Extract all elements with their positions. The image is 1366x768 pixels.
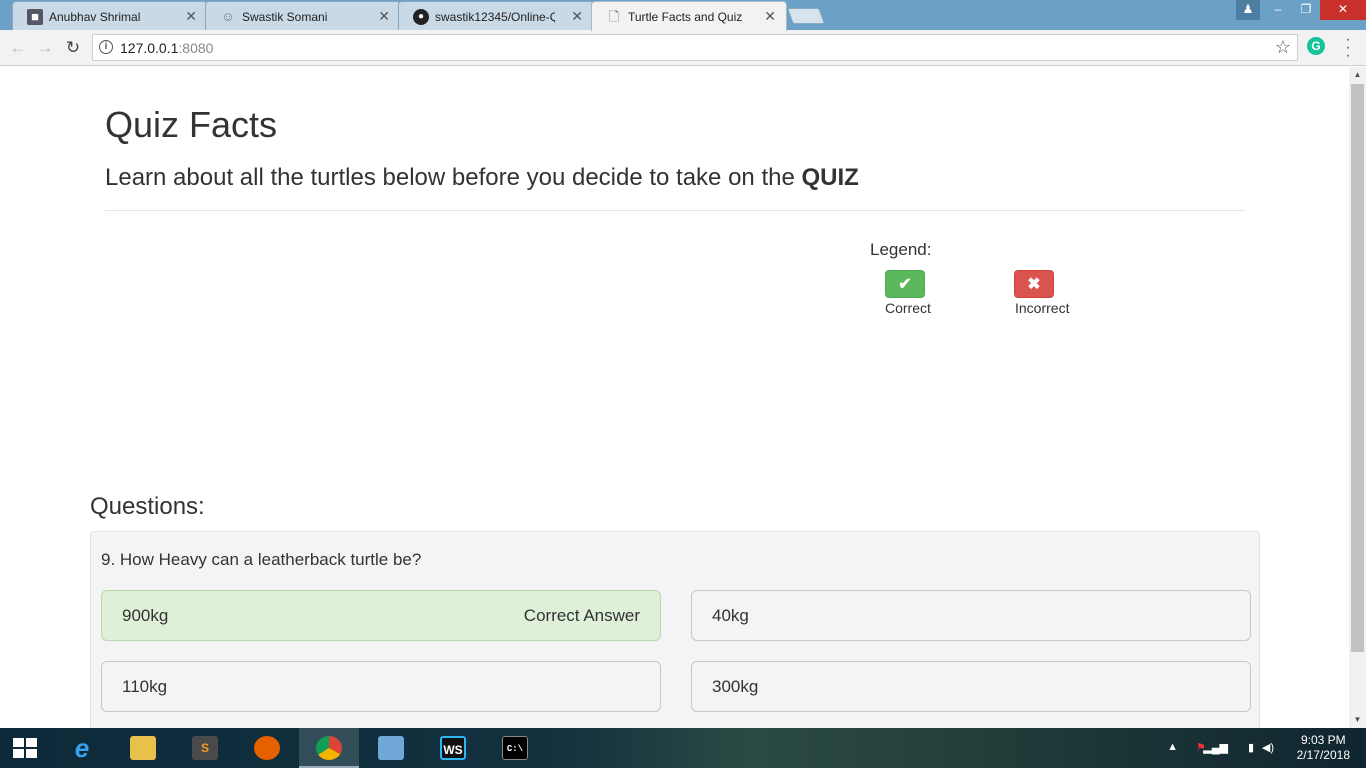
webstorm-icon: WS <box>440 736 466 760</box>
taskbar-internet-explorer[interactable]: e <box>52 728 112 768</box>
tab-label: Anubhav Shrimal <box>49 10 141 24</box>
question-panel: 9. How Heavy can a leatherback turtle be… <box>90 531 1260 741</box>
github-icon: ● <box>413 9 429 25</box>
signal-icon[interactable]: ▂▄▆ <box>1203 741 1228 754</box>
tab-turtle-facts[interactable]: 🗋 Turtle Facts and Quiz ✕ <box>591 1 787 31</box>
address-bar[interactable]: i 127.0.0.1:8080 ☆ <box>92 34 1298 61</box>
control-panel-icon <box>378 736 404 760</box>
grammarly-extension-icon[interactable]: G <box>1307 37 1325 55</box>
clock-time: 9:03 PM <box>1300 733 1346 747</box>
user-icon[interactable]: ♟ <box>1236 0 1260 20</box>
tab-label: swastik12345/Online-Qu <box>435 10 555 24</box>
avatar-icon: ■ <box>27 9 43 25</box>
new-tab-button[interactable] <box>787 8 825 24</box>
bookmark-star-icon[interactable]: ☆ <box>1275 37 1291 58</box>
forward-button[interactable]: → <box>35 38 55 58</box>
firefox-icon <box>254 736 280 760</box>
browser-menu-icon[interactable]: · · · <box>1344 32 1352 64</box>
answer-text: 40kg <box>712 606 749 625</box>
quiz-emphasis: QUIZ <box>801 164 859 191</box>
taskbar-command-prompt[interactable]: C:\ <box>485 728 545 768</box>
answer-option-3[interactable]: 110kg <box>101 661 661 712</box>
start-button[interactable] <box>0 728 50 768</box>
legend-correct-label: Correct <box>885 300 931 316</box>
cross-icon: ✖ <box>1027 276 1041 293</box>
scroll-down-arrow[interactable]: ▼ <box>1349 712 1366 728</box>
show-hidden-icons-chevron[interactable]: ▲ <box>1167 741 1178 753</box>
page-subtitle: Learn about all the turtles below before… <box>105 164 859 191</box>
clock[interactable]: 9:03 PM 2/17/2018 <box>1297 733 1350 763</box>
answer-text: 900kg <box>122 606 169 625</box>
taskbar-sublime-text[interactable]: S <box>175 728 235 768</box>
answer-option-2[interactable]: 40kg <box>691 590 1251 641</box>
scrollbar-thumb[interactable] <box>1351 84 1364 652</box>
clock-date: 2/17/2018 <box>1296 748 1350 762</box>
folder-icon <box>130 736 156 760</box>
close-icon[interactable]: ✕ <box>571 8 583 24</box>
taskbar-webstorm[interactable]: WS <box>423 728 483 768</box>
avatar-icon: ☺ <box>221 9 235 24</box>
url-text: 127.0.0.1:8080 <box>120 40 214 56</box>
tab-label: Turtle Facts and Quiz <box>628 10 743 24</box>
answer-text: 110kg <box>122 677 168 696</box>
sublime-text-icon: S <box>192 736 218 760</box>
minimize-button[interactable]: – <box>1264 0 1292 20</box>
close-icon[interactable]: ✕ <box>185 8 197 24</box>
taskbar-chrome[interactable] <box>299 728 359 768</box>
info-icon[interactable]: i <box>99 40 113 54</box>
questions-heading: Questions: <box>90 493 205 520</box>
taskbar-firefox[interactable] <box>237 728 297 768</box>
chrome-icon <box>316 736 342 760</box>
page-title: Quiz Facts <box>105 104 278 145</box>
browser-title-bar: ■ Anubhav Shrimal ✕ ☺ Swastik Somani ✕ ●… <box>0 0 1366 31</box>
scroll-up-arrow[interactable]: ▲ <box>1349 67 1366 83</box>
restore-button[interactable]: ❐ <box>1292 0 1320 20</box>
taskbar-file-explorer[interactable] <box>113 728 173 768</box>
back-button[interactable]: ← <box>8 38 28 58</box>
window-controls: ♟ – ❐ ✕ <box>1236 0 1366 20</box>
legend-incorrect-badge: ✖ <box>1014 270 1054 298</box>
command-prompt-icon: C:\ <box>502 736 528 760</box>
windows-logo-icon <box>13 738 37 758</box>
correct-answer-tag: Correct Answer <box>523 606 640 625</box>
battery-icon[interactable]: ▮ <box>1248 741 1254 754</box>
close-icon[interactable]: ✕ <box>378 8 390 24</box>
check-icon: ✔ <box>898 276 912 293</box>
legend-incorrect-label: Incorrect <box>1015 300 1070 316</box>
tab-label: Swastik Somani <box>242 10 328 24</box>
internet-explorer-icon: e <box>74 733 90 763</box>
page-icon: 🗋 <box>608 9 620 24</box>
volume-icon[interactable]: ◀) <box>1262 741 1274 754</box>
taskbar-control-panel[interactable] <box>361 728 421 768</box>
browser-toolbar: ← → ↻ i 127.0.0.1:8080 ☆ G · · · <box>0 30 1366 66</box>
tab-anubhav-shrimal[interactable]: ■ Anubhav Shrimal ✕ <box>12 1 208 30</box>
answer-option-1[interactable]: 900kg Correct Answer <box>101 590 661 641</box>
close-window-button[interactable]: ✕ <box>1320 0 1366 20</box>
divider <box>105 210 1245 211</box>
close-icon[interactable]: ✕ <box>764 8 776 24</box>
answer-option-4[interactable]: 300kg <box>691 661 1251 712</box>
legend-correct-badge: ✔ <box>885 270 925 298</box>
question-text: 9. How Heavy can a leatherback turtle be… <box>101 550 422 569</box>
answer-text: 300kg <box>712 677 759 696</box>
legend-title: Legend: <box>870 240 932 259</box>
page-scrollbar[interactable]: ▲ ▼ <box>1349 67 1366 728</box>
reload-button[interactable]: ↻ <box>63 38 83 58</box>
tab-swastik-somani[interactable]: ☺ Swastik Somani ✕ <box>205 1 401 30</box>
tab-github-repo[interactable]: ● swastik12345/Online-Qu ✕ <box>398 1 594 30</box>
windows-taskbar: e S WS C:\ ▲ ⚑ ▂▄▆ ▮ ◀) 9:03 PM 2/17/201… <box>0 728 1366 768</box>
